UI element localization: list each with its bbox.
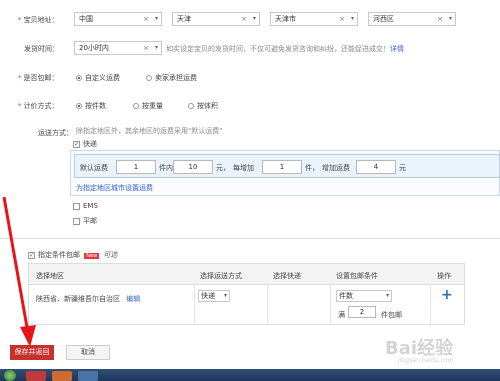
radio-off-icon: [188, 103, 194, 109]
header-express: 选择快递: [273, 272, 301, 280]
free-shipping-label: * 是否包邮：: [18, 74, 59, 82]
mail-checkbox[interactable]: 平邮: [73, 216, 97, 226]
first-fee-input[interactable]: 10: [173, 160, 213, 174]
country-select[interactable]: 中国 × ▾: [74, 12, 162, 26]
shipping-method-label: 运送方式：: [38, 129, 73, 137]
ems-checkbox[interactable]: EMS: [73, 202, 98, 210]
cancel-button[interactable]: 取消: [66, 345, 110, 360]
first-count-input[interactable]: 1: [116, 160, 156, 174]
condition-qty-input[interactable]: 2: [348, 306, 376, 318]
checkbox-unchecked-icon: [73, 202, 80, 210]
express-checkbox[interactable]: ✓ 快递: [73, 139, 97, 149]
ship-time-select[interactable]: 20小时内 × ▾: [74, 41, 162, 55]
radio-on-icon: [76, 75, 82, 81]
header-region: 选择地区: [36, 272, 64, 280]
header-condition: 设置包邮条件: [336, 272, 378, 280]
add-count-unit: 件，: [305, 164, 319, 172]
add-fee-input[interactable]: 4: [356, 160, 396, 174]
edit-region-link[interactable]: 编辑: [126, 295, 140, 303]
default-fee-text: 默认运费: [80, 164, 108, 172]
radio-off-icon: [133, 103, 139, 109]
ship-time-hint: 如实设定宝贝的发货时间，不仅可避免发货咨询和纠纷，还能促进成交！详情: [166, 45, 404, 53]
checkbox-unchecked-icon: [73, 217, 80, 225]
radio-off-icon: [146, 75, 152, 81]
radio-by-volume[interactable]: 按体积: [188, 101, 218, 111]
add-fee-unit: 元: [399, 164, 406, 172]
radio-by-weight[interactable]: 按重量: [133, 101, 163, 111]
red-arrow-annotation: [2, 196, 36, 347]
header-action: 操作: [437, 272, 451, 280]
taskbar-app-icon[interactable]: [52, 371, 72, 381]
table-row-region: 陕西省、新疆维吾尔自治区 编辑: [36, 295, 141, 303]
add-fee-text: 增加运费: [322, 164, 350, 172]
location-label: * 宝贝地址：: [18, 16, 59, 24]
shipping-method-hint: 除指定地区外，其余地区的运费采用"默认运费": [76, 127, 223, 135]
province-select[interactable]: 天津 × ▾: [172, 12, 260, 26]
checkbox-checked-icon: ✓: [73, 140, 80, 148]
conditional-checkbox[interactable]: ✓ 指定条件包邮 New 可选: [28, 250, 117, 260]
pricing-label: * 计价方式：: [18, 102, 59, 110]
taskbar-app-icon[interactable]: [26, 371, 46, 381]
add-condition-icon[interactable]: +: [441, 287, 453, 303]
taskbar: [0, 369, 500, 381]
col-divider: [267, 284, 268, 324]
radio-by-count[interactable]: 按件数: [76, 101, 106, 111]
radio-custom-fee[interactable]: 自定义运费: [76, 73, 120, 83]
each-add-text: 每增加: [233, 164, 254, 172]
ship-time-label: 发货时间：: [24, 45, 59, 53]
col-divider: [330, 284, 331, 324]
first-fee-unit: 元，: [216, 164, 230, 172]
district-select[interactable]: 河西区 × ▾: [368, 12, 456, 26]
section-divider: [0, 238, 500, 239]
radio-on-icon: [76, 103, 82, 109]
city-select[interactable]: 天津市 × ▾: [270, 12, 358, 26]
add-count-input[interactable]: 1: [262, 160, 302, 174]
condition-suffix: 件包邮: [381, 311, 402, 319]
table-header: [29, 264, 464, 285]
ship-time-detail-link[interactable]: 详情: [390, 45, 404, 53]
taskbar-app-icon[interactable]: [78, 371, 98, 381]
new-badge: New: [84, 253, 100, 259]
col-divider: [430, 284, 431, 324]
set-region-fee-link[interactable]: 为指定地区城市设置运费: [76, 183, 153, 193]
condition-select[interactable]: 件数 ▾: [336, 290, 392, 302]
method-select[interactable]: 快递 ▾: [198, 290, 230, 302]
radio-seller-pays[interactable]: 卖家承担运费: [146, 73, 197, 83]
optional-text: 可选: [103, 251, 118, 259]
header-method: 选择运送方式: [200, 272, 242, 280]
watermark-url: jingyan.baidu.com: [398, 357, 454, 364]
first-count-unit: 件内: [159, 164, 173, 172]
start-button-icon[interactable]: [4, 370, 16, 381]
condition-prefix: 满: [338, 311, 345, 319]
col-divider: [194, 284, 195, 324]
